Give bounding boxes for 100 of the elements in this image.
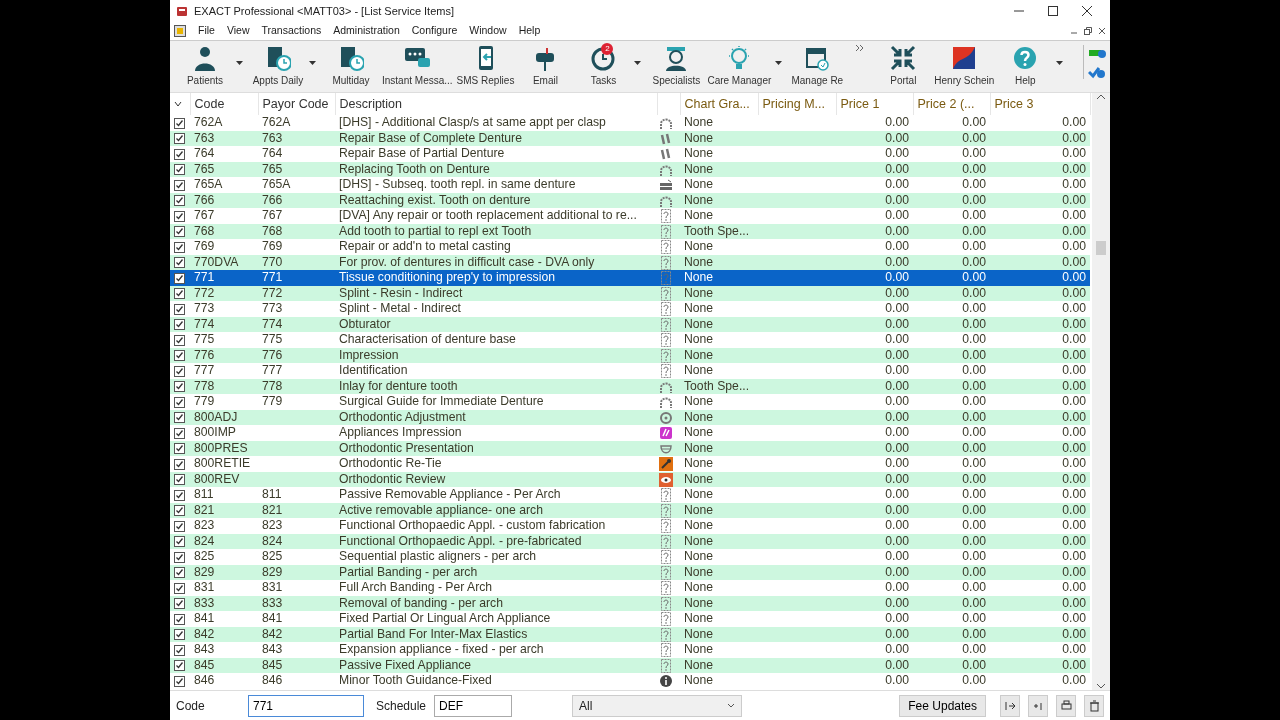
column-header[interactable]: Code [194, 96, 225, 111]
table-row[interactable]: 768 768 Add tooth to partial to repl ext Tooth Tooth Spe... 0.00 0.00 0.00 [170, 223, 1090, 239]
column-header[interactable]: Description [339, 96, 403, 111]
checkbox[interactable] [174, 195, 185, 207]
caret-icon[interactable] [1056, 61, 1064, 65]
checkbox[interactable] [174, 365, 185, 377]
checkbox[interactable] [174, 582, 185, 594]
table-row[interactable]: 823 823 Functional Orthopaedic Appl. - custom fabrication None 0.00 0.00 0.00 [170, 518, 1090, 534]
checkbox[interactable] [174, 396, 185, 408]
column-header[interactable]: Pricing M... [762, 96, 825, 111]
caret-icon[interactable] [775, 61, 783, 65]
checkbox[interactable] [174, 443, 185, 455]
table-row[interactable]: 845 845 Passive Fixed Appliance None 0.00 0.00 0.00 [170, 657, 1090, 673]
toolbar-button[interactable]: Care Manager [705, 45, 774, 88]
table-row[interactable]: 779 779 Surgical Guide for Immediate Denture None 0.00 0.00 0.00 [170, 394, 1090, 410]
close-icon[interactable] [1098, 27, 1106, 35]
restore-icon[interactable] [1084, 27, 1092, 35]
code-field[interactable]: 771 [248, 694, 364, 717]
table-row[interactable]: 800ADJ Orthodontic Adjustment None 0.00 0.00 0.00 [170, 409, 1090, 425]
toolbar-button[interactable]: Email [516, 45, 575, 88]
dropdown[interactable]: All [572, 694, 743, 717]
table-row[interactable]: 800PRES Orthodontic Presentation None 0.00 0.00 0.00 [170, 440, 1090, 456]
checkbox[interactable] [174, 520, 185, 532]
table-row[interactable]: 811 811 Passive Removable Appliance - Per Arch None 0.00 0.00 0.00 [170, 487, 1090, 503]
table-row[interactable]: 846 846 Minor Tooth Guidance-Fixed None 0.00 0.00 0.00 [170, 673, 1090, 689]
column-header[interactable]: Chart Gra... [684, 96, 750, 111]
table-row[interactable]: 842 842 Partial Band For Inter-Max Elastics None 0.00 0.00 0.00 [170, 626, 1090, 642]
table-row[interactable]: 778 778 Inlay for denture tooth Tooth Spe... 0.00 0.00 0.00 [170, 378, 1090, 394]
icon-button[interactable] [1084, 694, 1104, 717]
table-row[interactable]: 762A 762A [DHS] - Additional Clasp/s at same appt per clasp None 0.00 0.00 0.00 [170, 115, 1090, 131]
schedule-field[interactable]: DEF [434, 694, 513, 717]
checkbox[interactable] [174, 644, 185, 656]
menu-item[interactable]: View [226, 23, 250, 39]
scroll-thumb[interactable] [1096, 241, 1106, 255]
checkbox[interactable] [174, 241, 185, 253]
checkbox[interactable] [174, 427, 185, 439]
checkbox[interactable] [174, 350, 185, 362]
table-row[interactable]: 767 767 [DVA] Any repair or tooth replacement additional to re... None 0.00 0.00 0.00 [170, 208, 1090, 224]
column-header[interactable]: Price 3 [994, 96, 1034, 111]
checkbox[interactable] [174, 257, 185, 269]
icon-button[interactable] [1000, 694, 1020, 717]
sort-menu-icon[interactable] [174, 101, 182, 108]
table-row[interactable]: 766 766 Reattaching exist. Tooth on denture None 0.00 0.00 0.00 [170, 192, 1090, 208]
table-row[interactable]: 800REV Orthodontic Review None 0.00 0.00 0.00 [170, 471, 1090, 487]
overflow-chevron-icon[interactable] [856, 45, 865, 51]
checkbox[interactable] [174, 505, 185, 517]
checkbox[interactable] [174, 613, 185, 625]
table-row[interactable]: 829 829 Partial Banding - per arch None 0.00 0.00 0.00 [170, 564, 1090, 580]
icon-button[interactable] [1056, 694, 1076, 717]
scrollbar[interactable] [1092, 93, 1110, 690]
toolbar-button[interactable]: Help [996, 45, 1055, 88]
checkbox[interactable] [174, 489, 185, 501]
table-row[interactable]: 833 833 Removal of banding - per arch None 0.00 0.00 0.00 [170, 595, 1090, 611]
table-row[interactable]: 773 773 Splint - Metal - Indirect None 0.00 0.00 0.00 [170, 301, 1090, 317]
column-header[interactable]: Payor Code [262, 96, 329, 111]
checkbox[interactable] [174, 179, 185, 191]
table-row[interactable]: 843 843 Expansion appliance - fixed - per arch None 0.00 0.00 0.00 [170, 642, 1090, 658]
table-row[interactable]: 825 825 Sequential plastic aligners - per arch None 0.00 0.00 0.00 [170, 549, 1090, 565]
menu-item[interactable]: Help [518, 23, 541, 39]
table-row[interactable]: 765A 765A [DHS] - Subseq. tooth repl. in same denture None 0.00 0.00 0.00 [170, 177, 1090, 193]
checkbox[interactable] [174, 210, 185, 222]
table-row[interactable]: 824 824 Functional Orthopaedic Appl. - pre-fabricated None 0.00 0.00 0.00 [170, 533, 1090, 549]
toolbar-button[interactable]: Appts Daily [249, 45, 307, 88]
caret-icon[interactable] [236, 61, 243, 65]
checkbox[interactable] [174, 474, 185, 486]
checkbox[interactable] [174, 334, 185, 346]
fee-updates-button[interactable]: Fee Updates [899, 694, 986, 717]
table-row[interactable]: 800RETIE Orthodontic Re-Tie None 0.00 0.00 0.00 [170, 456, 1090, 472]
checkbox[interactable] [174, 675, 185, 687]
table-row[interactable]: 821 821 Active removable appliance- one arch None 0.00 0.00 0.00 [170, 502, 1090, 518]
table-row[interactable]: 777 777 Identification None 0.00 0.00 0.00 [170, 363, 1090, 379]
table-row[interactable]: 800IMP Appliances Impression None 0.00 0.00 0.00 [170, 425, 1090, 441]
table-row[interactable]: 765 765 Replacing Tooth on Denture None 0.00 0.00 0.00 [170, 161, 1090, 177]
toolbar-button[interactable]: Manage Re [788, 45, 847, 88]
checkbox[interactable] [174, 458, 185, 470]
table-row[interactable]: 771 771 Tissue conditioning prep'y to impression None 0.00 0.00 0.00 [170, 270, 1090, 286]
checkbox[interactable] [174, 629, 185, 641]
checkbox[interactable] [174, 272, 185, 284]
table-row[interactable]: 775 775 Characterisation of denture base None 0.00 0.00 0.00 [170, 332, 1090, 348]
table-row[interactable]: 774 774 Obturator None 0.00 0.00 0.00 [170, 316, 1090, 332]
checkbox[interactable] [174, 288, 185, 300]
table-row[interactable]: 769 769 Repair or add'n to metal casting None 0.00 0.00 0.00 [170, 239, 1090, 255]
toolbar-button[interactable]: SMS Replies [454, 45, 517, 88]
menu-item[interactable]: Configure [411, 23, 458, 39]
toolbar-button[interactable]: Tasks 2 [574, 45, 633, 88]
checkbox[interactable] [174, 164, 185, 176]
checkbox[interactable] [174, 598, 185, 610]
menu-item[interactable]: Window [469, 23, 507, 39]
table-row[interactable]: 763 763 Repair Base of Complete Denture None 0.00 0.00 0.00 [170, 130, 1090, 146]
menu-item[interactable]: File [198, 23, 215, 39]
toolbar-button[interactable]: Henry Schein [932, 45, 997, 88]
toolbar-button[interactable]: Instant Messa... [380, 45, 455, 88]
checkbox[interactable] [174, 148, 185, 160]
checkbox[interactable] [174, 117, 185, 129]
caret-icon[interactable] [634, 61, 642, 65]
caret-icon[interactable] [309, 61, 316, 65]
checkbox[interactable] [174, 133, 185, 145]
scroll-down-icon[interactable] [1096, 682, 1106, 690]
checkbox[interactable] [174, 319, 185, 331]
table-row[interactable]: 764 764 Repair Base of Partial Denture None 0.00 0.00 0.00 [170, 146, 1090, 162]
